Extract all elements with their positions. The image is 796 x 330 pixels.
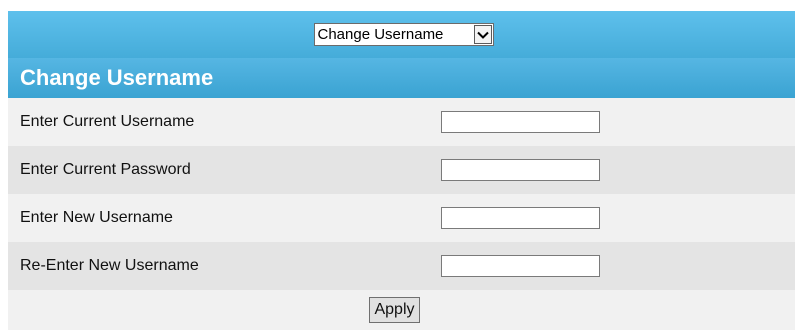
current-username-label: Enter Current Username — [20, 113, 195, 130]
page-title: Change Username — [20, 65, 214, 90]
current-password-input[interactable] — [441, 159, 600, 181]
page-select-value: Change Username — [317, 26, 444, 43]
change-username-panel: Change Username Change Username Enter Cu… — [8, 11, 795, 330]
current-username-input[interactable] — [441, 111, 600, 133]
new-username-input[interactable] — [441, 207, 600, 229]
current-password-label: Enter Current Password — [20, 161, 191, 178]
current-username-row: Enter Current Username — [8, 98, 795, 146]
apply-button[interactable]: Apply — [369, 297, 420, 323]
apply-row: Apply — [8, 290, 795, 330]
confirm-username-label: Re-Enter New Username — [20, 257, 199, 274]
confirm-username-row: Re-Enter New Username — [8, 242, 795, 290]
new-username-row: Enter New Username — [8, 194, 795, 242]
page-select-dropdown[interactable]: Change Username — [313, 23, 494, 46]
confirm-username-input[interactable] — [441, 255, 600, 277]
new-username-label: Enter New Username — [20, 209, 173, 226]
current-password-row: Enter Current Password — [8, 146, 795, 194]
chevron-down-icon[interactable] — [473, 25, 492, 44]
top-bar: Change Username — [8, 11, 795, 58]
section-header: Change Username — [8, 58, 795, 98]
